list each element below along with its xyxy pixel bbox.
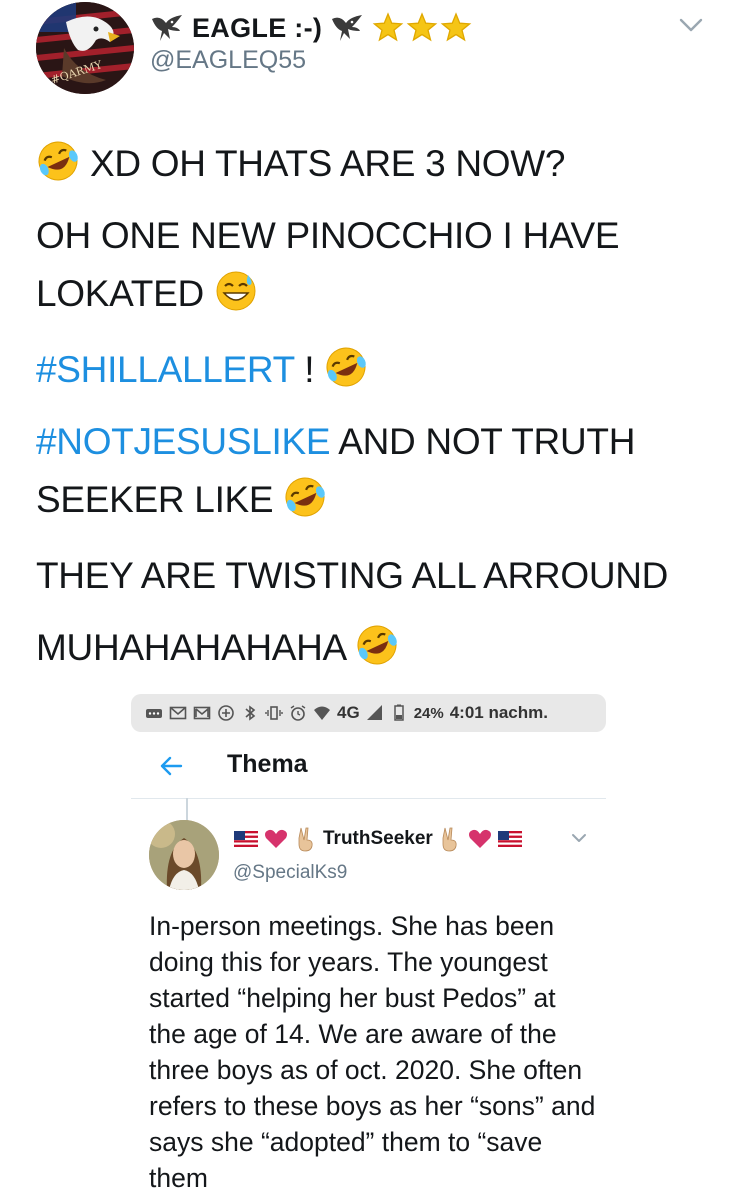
display-name-row: EAGLE :-): [150, 8, 472, 48]
reply-name-row: TruthSeeker: [233, 826, 523, 852]
us-flag-icon: [234, 831, 258, 847]
chevron-down-icon[interactable]: [676, 14, 706, 36]
star-icon: [406, 12, 438, 42]
tweet-body: XD OH THATS ARE 3 NOW? OH ONE NEW PINOCC…: [36, 135, 706, 691]
tweet-line-text: THEY ARE TWISTING ALL ARROUND: [36, 555, 669, 596]
rofl-emoji: [285, 477, 326, 517]
battery-percent: 24%: [413, 704, 444, 722]
tweet-line-text: XD OH THATS ARE 3 NOW?: [89, 143, 566, 184]
user-handle[interactable]: @EAGLEQ55: [150, 46, 306, 75]
more-notifications-icon: [146, 709, 162, 718]
tweet-line-text: !: [294, 349, 325, 390]
tweet-line-text: AND NOT TRUTH: [330, 421, 636, 462]
hashtag-link[interactable]: #NOTJESUSLIKE: [36, 421, 331, 462]
tweet-line-text: SEEKER LIKE: [36, 479, 274, 520]
phone-status-bar: 4G 24% 4:01 nachm.: [131, 694, 606, 732]
mail-icon: [169, 706, 187, 720]
display-name[interactable]: EAGLE :-): [192, 13, 322, 44]
tweet-line: #SHILLALLERT !: [36, 341, 706, 399]
victory-hand-icon: [298, 827, 313, 852]
status-time: 4:01 nachm.: [449, 703, 548, 722]
tweet-line-text: OH ONE NEW PINOCCHIO I HAVE: [36, 215, 620, 256]
rofl-emoji: [38, 141, 78, 181]
vibrate-icon: [265, 706, 283, 720]
network-type: 4G: [337, 703, 360, 722]
signal-icon: [366, 705, 382, 720]
reply-handle[interactable]: @SpecialKs9: [233, 862, 347, 884]
avatar[interactable]: #QARMY: [36, 2, 134, 94]
rofl-emoji: [357, 625, 397, 665]
hashtag-link[interactable]: #SHILLALLERT: [36, 349, 295, 390]
star-icon: [440, 12, 472, 42]
battery-icon: [393, 704, 404, 721]
tweet-line: THEY ARE TWISTING ALL ARROUND: [36, 547, 706, 605]
star-icon: [372, 12, 404, 42]
embedded-screenshot[interactable]: 4G 24% 4:01 nachm. Thema TruthSeeker @Sp…: [131, 690, 606, 1200]
heart-icon: [468, 829, 491, 848]
sweat-smile-emoji: [216, 271, 256, 311]
page-title: Thema: [227, 750, 308, 778]
tweet-line: #NOTJESUSLIKE AND NOT TRUTH SEEKER LIKE: [36, 413, 706, 529]
woman-portrait-image: [149, 820, 219, 890]
reply-avatar[interactable]: [149, 820, 219, 890]
wifi-icon: [314, 706, 330, 720]
victory-hand-icon: [442, 827, 457, 852]
chevron-down-icon[interactable]: [569, 830, 589, 846]
rofl-emoji: [326, 347, 367, 387]
tweet-line: XD OH THATS ARE 3 NOW?: [36, 135, 706, 193]
tweet-line: OH ONE NEW PINOCCHIO I HAVE LOKATED: [36, 207, 706, 323]
thread-connector: [186, 798, 188, 822]
us-flag-icon: [497, 831, 522, 847]
reply-body: In-person meetings. She has been doing t…: [149, 911, 596, 1193]
data-saver-icon: [218, 705, 234, 721]
bluetooth-icon: [245, 705, 256, 721]
tweet-line: MUHAHAHAHAHA: [36, 619, 706, 677]
reply-display-name[interactable]: TruthSeeker: [323, 828, 433, 850]
tweet-line-text: MUHAHAHAHAHA: [36, 627, 345, 668]
heart-icon: [265, 829, 287, 848]
back-arrow-icon[interactable]: [157, 752, 185, 780]
gmail-icon: [193, 706, 211, 720]
eagle-icon: [152, 15, 182, 41]
thread-header: Thema: [131, 738, 606, 799]
stars-rating: [372, 12, 472, 44]
eagle-icon: [332, 15, 363, 41]
alarm-icon: [290, 705, 306, 721]
tweet-line-text: LOKATED: [36, 273, 204, 314]
